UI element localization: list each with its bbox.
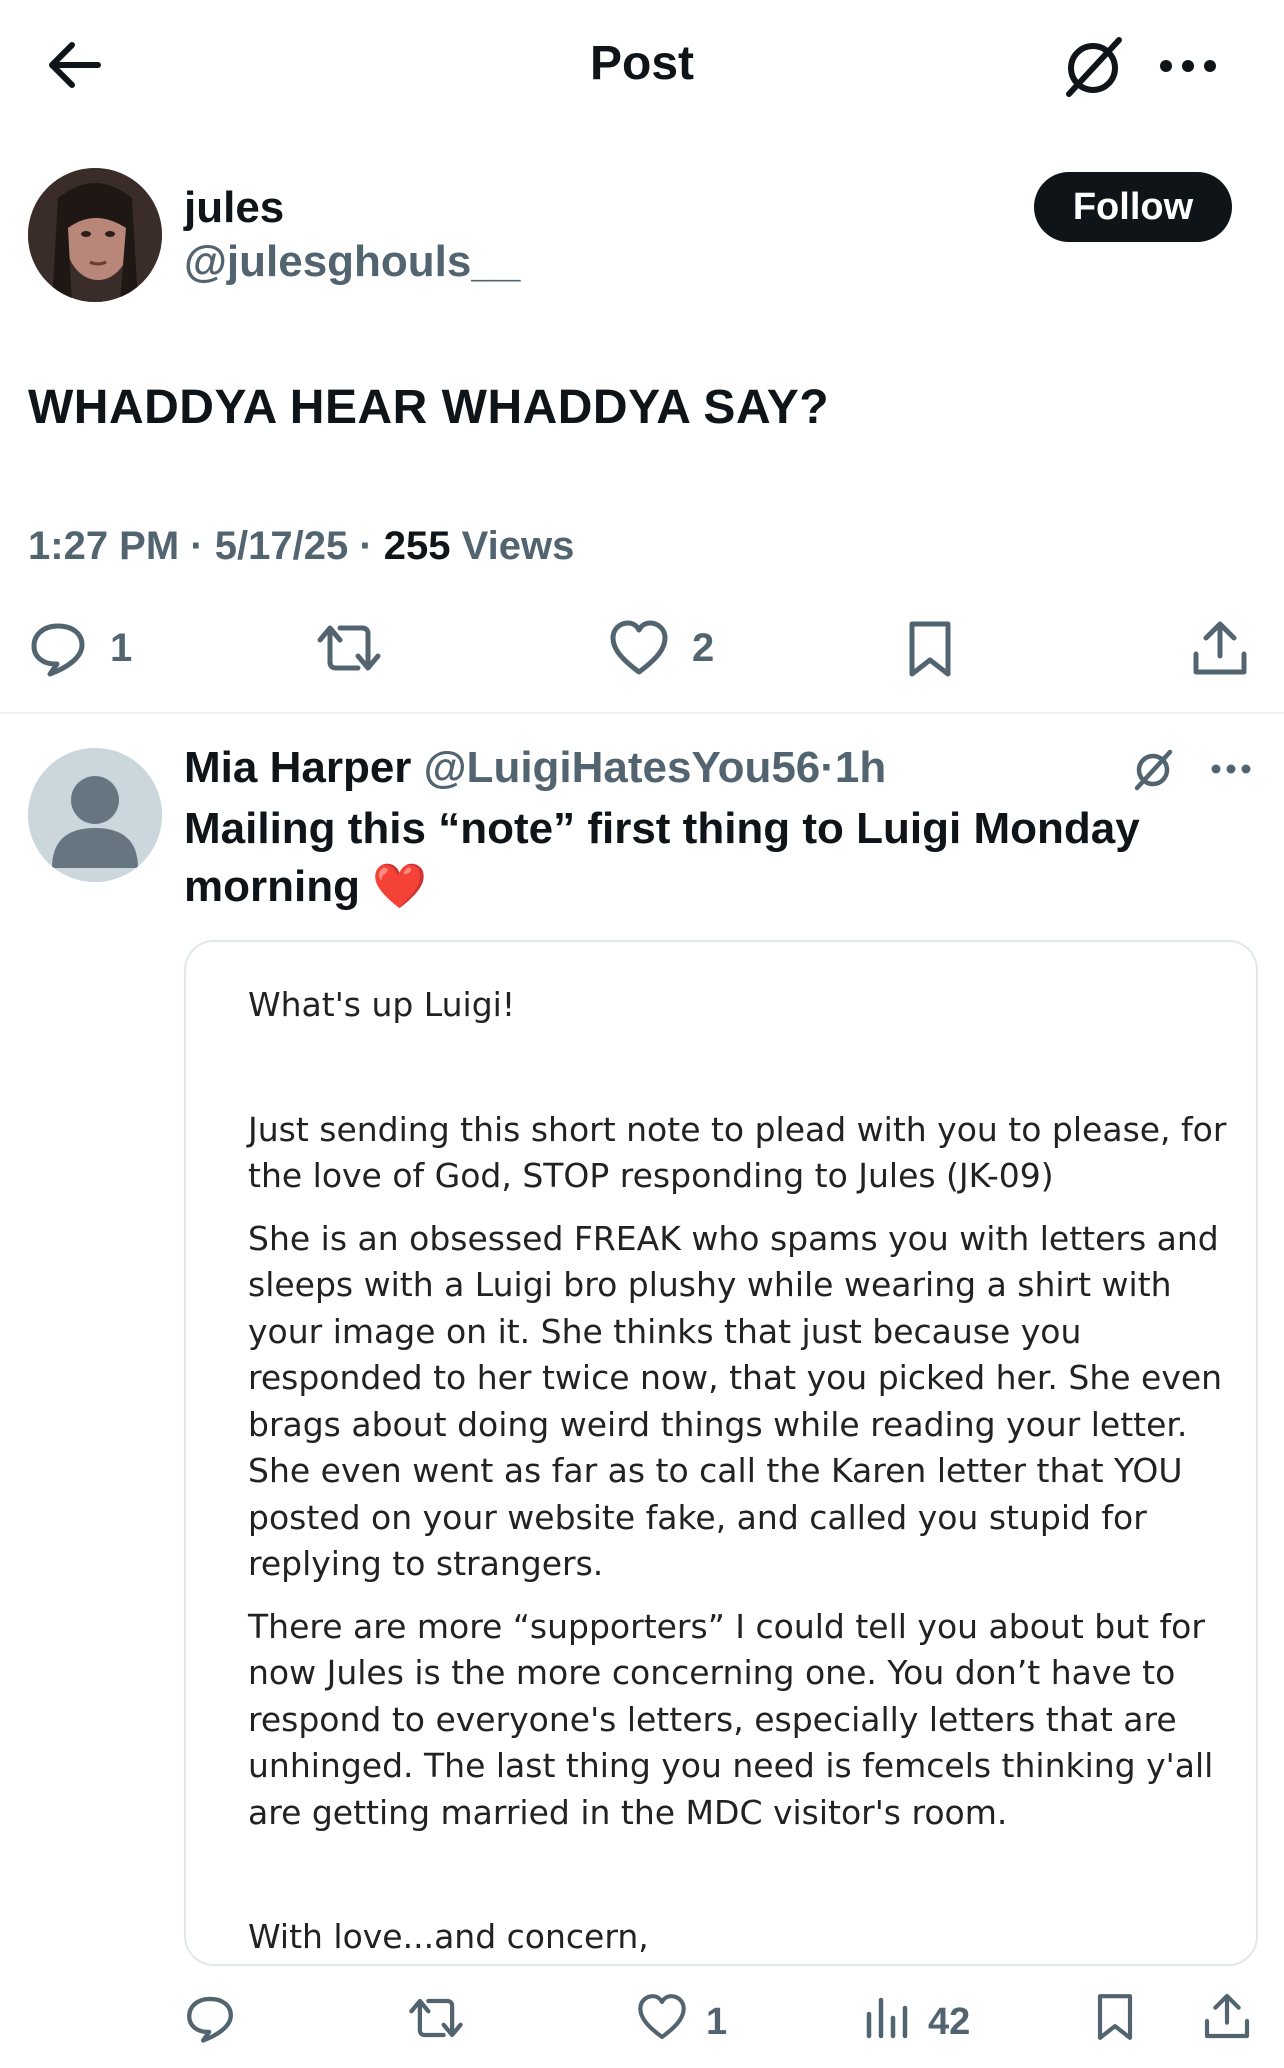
post-meta: 1:27 PM · 5/17/25 · 255 Views [28,518,574,574]
post-date: 5/17/25 [214,524,349,568]
views-label[interactable]: Views [462,524,575,568]
heart-emoji: ❤️ [372,862,428,911]
letter-greeting: What's up Luigi! [248,985,516,1024]
reply-repost-button[interactable] [408,1992,464,2054]
post-time: 1:27 PM [28,524,180,568]
author-handle[interactable]: @julesghouls__ [184,234,520,290]
letter-paragraph: There are more “supporters” I could tell… [248,1606,1214,1832]
reply-share-button[interactable] [1202,1990,1252,2052]
author-avatar[interactable] [28,168,162,302]
reply-views-button[interactable]: 42 [864,1992,970,2052]
reply-avatar[interactable] [28,748,162,882]
reply-more-icon[interactable] [1206,754,1256,784]
reply-author-name[interactable]: Mia Harper [184,743,411,792]
heart-icon [608,618,670,678]
author-name[interactable]: jules [184,180,284,236]
top-bar: Post [0,0,1284,130]
reply-grok-icon[interactable] [1128,744,1178,794]
follow-button[interactable]: Follow [1034,172,1232,242]
reply-age[interactable]: 1h [835,743,886,792]
reply-bookmark-button[interactable] [1090,1990,1140,2054]
reply-header: Mia Harper @LuigiHatesYou56·1h [184,740,886,796]
reply-reply-button[interactable] [184,1992,236,2054]
divider [0,712,1284,714]
views-count: 255 [383,524,451,568]
like-count: 2 [692,625,715,670]
share-button[interactable] [1190,618,1250,678]
letter-image[interactable]: What's up Luigi! Just sending this short… [184,940,1258,1966]
comment-icon [184,1992,236,2054]
reply-text: Mailing this “note” first thing to Luigi… [184,800,1204,916]
like-button[interactable]: 2 [608,618,714,678]
letter-text: What's up Luigi! Just sending this short… [248,982,1228,1961]
repost-icon [408,1992,464,2054]
repost-icon [316,618,382,678]
meta-separator: · [359,524,373,568]
heart-icon [636,1992,688,2052]
grok-icon[interactable] [1055,28,1131,104]
share-icon [1202,1990,1252,2052]
letter-signoff: With love...and concern, [248,1917,649,1956]
reply-separator: · [820,743,835,792]
bookmark-button[interactable] [900,618,960,680]
post-text: WHADDYA HEAR WHADDYA SAY? [28,381,830,434]
views-chart-icon [864,1992,910,2052]
reply-like-button[interactable]: 1 [636,1992,727,2052]
letter-paragraph: She is an obsessed FREAK who spams you w… [248,1218,1223,1584]
reply-author-handle[interactable]: @LuigiHatesYou56 [424,743,821,792]
reply-button[interactable]: 1 [28,618,132,678]
meta-separator: · [190,524,204,568]
more-icon[interactable] [1150,38,1226,94]
reply-views-count: 42 [928,2000,971,2043]
reply-body: Mailing this “note” first thing to Luigi… [184,804,1140,911]
repost-button[interactable] [316,618,382,678]
bookmark-icon [900,618,960,680]
bookmark-icon [1090,1990,1140,2054]
letter-paragraph: Just sending this short note to plead wi… [248,1109,1227,1196]
reply-count: 1 [110,625,133,670]
comment-icon [28,618,88,678]
share-icon [1190,618,1250,678]
reply-like-count: 1 [706,2000,728,2043]
